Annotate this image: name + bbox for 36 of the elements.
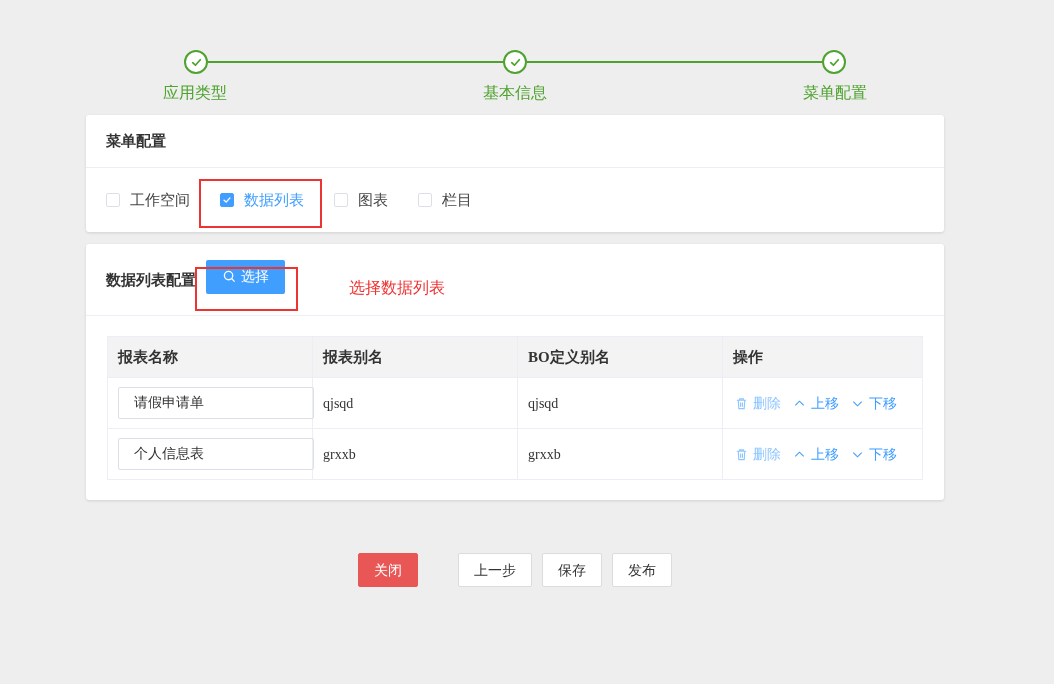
trash-icon — [735, 396, 748, 410]
checkbox-option[interactable]: 图表 — [334, 188, 388, 212]
trash-icon — [735, 447, 748, 461]
move-up-link[interactable]: 上移 — [793, 443, 839, 465]
check-icon — [222, 195, 232, 205]
action-button[interactable]: 保存 — [542, 553, 602, 587]
select-button[interactable]: 选择 — [206, 259, 285, 294]
action-button[interactable]: 发布 — [612, 553, 672, 587]
annotation-text: 选择数据列表 — [349, 277, 445, 298]
table-cell: grxxb — [518, 429, 723, 479]
column-header: 报表名称 — [108, 337, 313, 377]
delete-link[interactable]: 删除 — [735, 443, 781, 465]
column-header: BO定义别名 — [518, 337, 723, 377]
card-title: 菜单配置 — [106, 130, 166, 151]
table-cell: qjsqd — [518, 378, 723, 428]
action-button[interactable]: 上一步 — [458, 553, 532, 587]
move-down-link[interactable]: 下移 — [851, 392, 897, 414]
checkbox-option[interactable]: 栏目 — [418, 188, 472, 212]
search-icon — [222, 270, 236, 283]
delete-link[interactable]: 删除 — [735, 392, 781, 414]
column-header: 操作 — [732, 347, 764, 367]
move-up-link[interactable]: 上移 — [793, 392, 839, 414]
table-cell: grxxb — [313, 429, 518, 479]
checkbox-option[interactable]: 工作空间 — [106, 188, 190, 212]
name-input-field[interactable]: 个人信息表 — [118, 438, 314, 470]
checkbox-option[interactable]: 数据列表 — [220, 188, 304, 212]
step-label: 应用类型 — [163, 83, 227, 103]
checkbox[interactable] — [220, 193, 234, 207]
action-button[interactable]: 关闭 — [358, 553, 418, 587]
name-input-field[interactable]: 请假申请单 — [118, 387, 314, 419]
step-label: 菜单配置 — [803, 83, 867, 103]
move-down-link[interactable]: 下移 — [851, 443, 897, 465]
step-label: 基本信息 — [483, 83, 547, 103]
column-header: 报表别名 — [313, 337, 518, 377]
card-title: 数据列表配置 — [106, 270, 196, 291]
table-cell: qjsqd — [313, 378, 518, 428]
